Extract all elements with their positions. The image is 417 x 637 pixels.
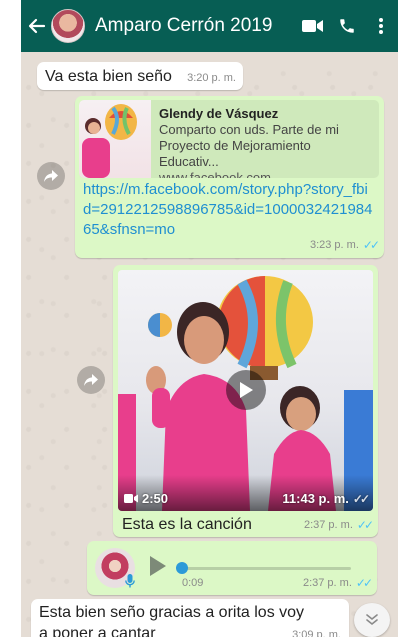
video-camera-icon[interactable] [296,0,330,52]
link-preview[interactable]: Glendy de Vásquez Comparto con uds. Part… [79,100,379,178]
message-text: Va esta bien seño [45,68,172,85]
read-ticks-icon: ✓✓ [356,518,374,532]
message-meta: 2:37 p. m. ✓✓ [303,518,374,532]
preview-thumbnail [79,100,151,178]
double-chevron-down-icon [366,614,378,626]
scroll-down-button[interactable] [354,603,390,637]
video-time: 11:43 p. m. ✓✓ [282,491,370,506]
message-time: 3:09 p. m. [292,629,341,637]
read-ticks-icon: ✓✓ [362,238,380,252]
video-camera-icon [124,494,138,503]
video-duration-text: 2:50 [142,491,169,506]
play-icon[interactable] [226,370,266,410]
audio-play-icon[interactable] [149,555,167,582]
audio-progress-track[interactable] [181,567,351,570]
audio-progress-knob[interactable] [176,562,188,574]
forward-icon[interactable] [37,162,65,190]
message-time: 3:23 p. m. [309,239,359,251]
more-vertical-icon[interactable] [364,0,398,52]
chat-screen: Amparo Cerrón 2019 Va esta bien seño 3:2… [21,0,398,637]
message-meta: 3:23 p. m. ✓✓ [309,238,380,252]
contact-name[interactable]: Amparo Cerrón 2019 [95,15,296,37]
phone-icon[interactable] [330,0,364,52]
video-ticks-icon: ✓✓ [352,491,370,506]
preview-domain: www.facebook.com [159,170,271,178]
message-time: 2:37 p. m. [303,519,353,531]
video-duration: 2:50 [124,491,168,506]
video-caption: Esta es la canción [122,516,252,533]
preview-description: Comparto con uds. Parte de mi Proyecto d… [159,122,339,169]
chat-header: Amparo Cerrón 2019 [21,0,398,52]
message-meta: 2:37 p. m. ✓✓ [302,576,373,590]
audio-duration: 0:09 [182,577,204,589]
video-time-text: 11:43 p. m. [282,491,349,506]
contact-avatar[interactable] [51,9,85,43]
message-video[interactable]: 2:50 11:43 p. m. ✓✓ Esta es la canción 2… [113,265,378,537]
forward-icon[interactable] [77,366,105,394]
message-link[interactable]: Glendy de Vásquez Comparto con uds. Part… [75,96,384,258]
message-audio[interactable]: 0:09 2:37 p. m. ✓✓ [87,541,377,595]
message-time: 2:37 p. m. [302,577,352,589]
message-time: 3:20 p. m. [187,72,236,84]
video-thumbnail[interactable]: 2:50 11:43 p. m. ✓✓ [118,270,373,511]
read-ticks-icon: ✓✓ [355,576,373,590]
phone-frame: Amparo Cerrón 2019 Va esta bien seño 3:2… [0,0,417,637]
message-text: Esta bien seño gracias a orita los voy a… [39,604,305,637]
message-incoming[interactable]: Va esta bien seño 3:20 p. m. [37,62,243,90]
microphone-icon [123,573,137,589]
message-incoming[interactable]: Esta bien seño gracias a orita los voy a… [31,599,349,637]
preview-title: Glendy de Vásquez [159,106,279,121]
preview-info: Glendy de Vásquez Comparto con uds. Part… [151,100,379,178]
link-url[interactable]: https://m.facebook.com/story.php?story_f… [83,180,375,240]
arrow-left-icon[interactable] [25,0,49,52]
